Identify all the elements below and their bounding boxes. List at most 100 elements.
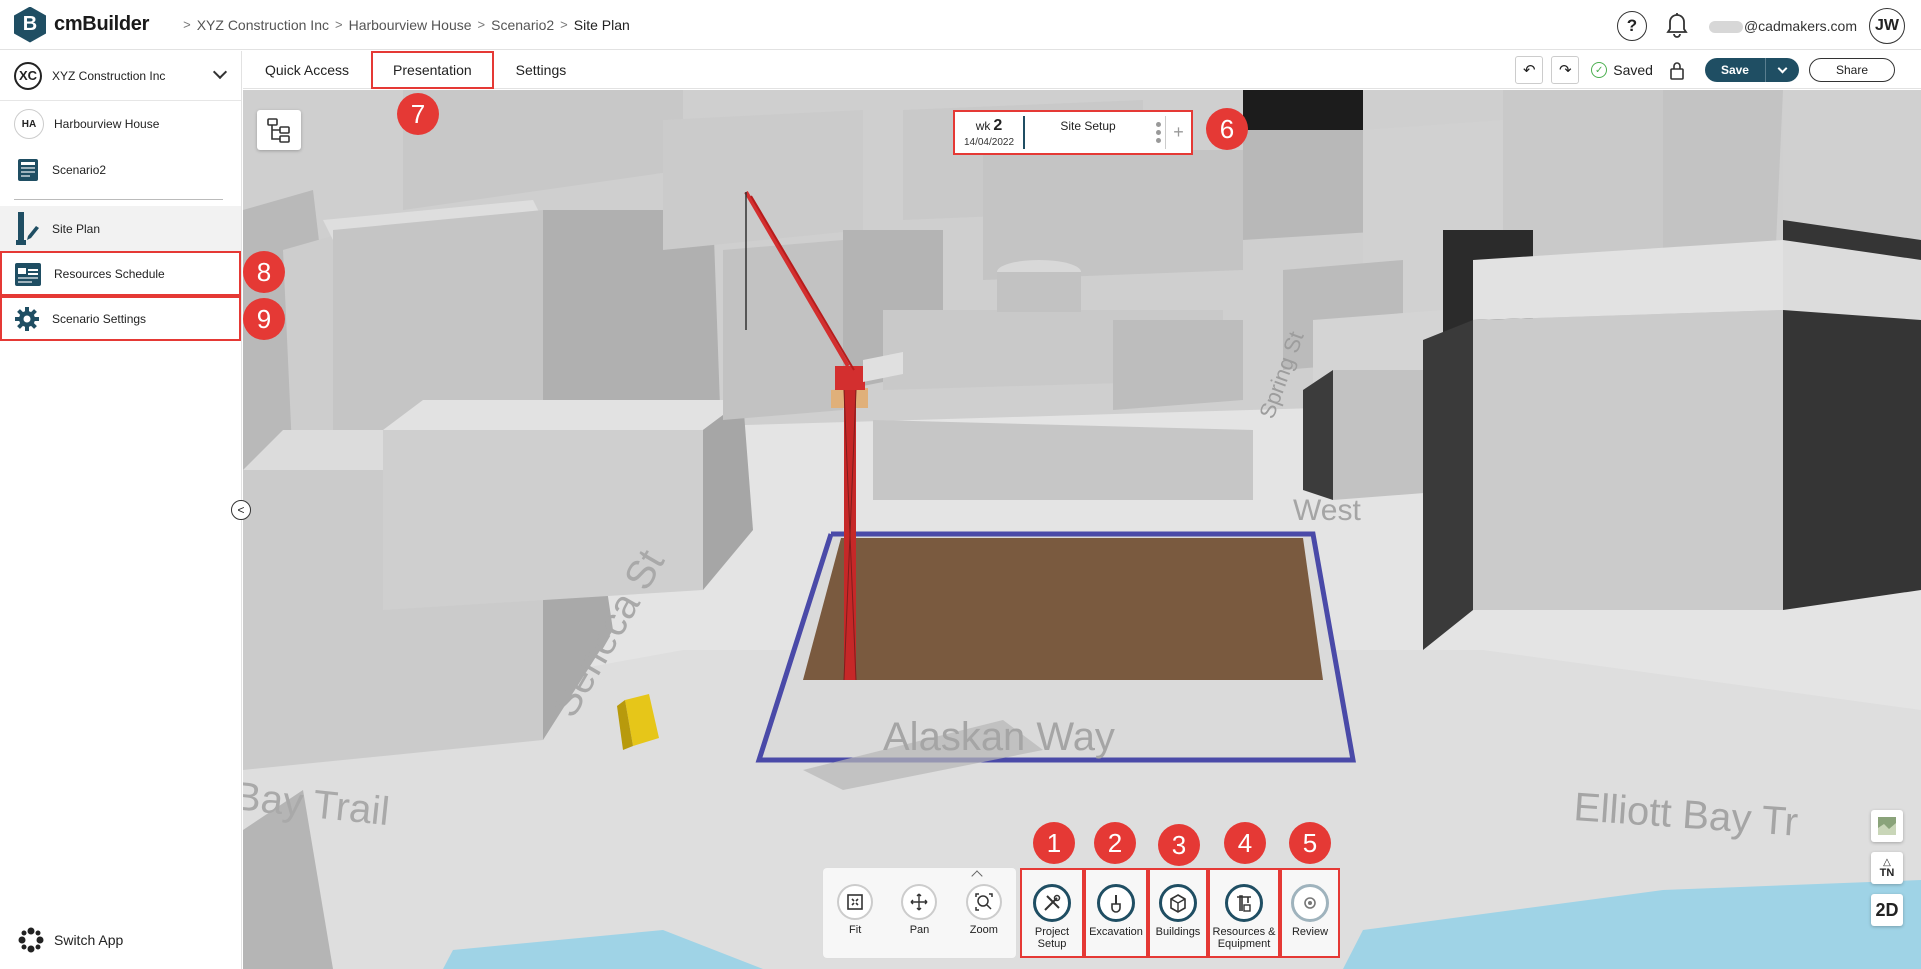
scene-tree-button[interactable] [257, 110, 301, 150]
breadcrumb-scenario[interactable]: Scenario2 [491, 17, 554, 33]
annotation-6: 6 [1206, 108, 1248, 150]
project-item[interactable]: HA Harbourview House [0, 101, 241, 147]
annotation-4: 4 [1224, 822, 1266, 864]
tab-presentation[interactable]: Presentation [371, 50, 494, 89]
step-label: Review [1291, 926, 1329, 938]
map-label-west: West [1293, 494, 1361, 527]
sidebar-item-site-plan[interactable]: Site Plan [0, 206, 241, 251]
breadcrumb-org[interactable]: XYZ Construction Inc [197, 17, 329, 33]
week-number: 2 [993, 117, 1003, 134]
check-icon: ✓ [1591, 62, 1608, 78]
step-review[interactable]: Review [1280, 868, 1340, 958]
zoom-icon [965, 884, 1002, 920]
add-phase-button[interactable]: + [1165, 116, 1191, 149]
sidebar-divider [14, 199, 223, 200]
view-mode-toggle[interactable]: 2D [1871, 894, 1903, 926]
chevron-down-icon[interactable] [212, 64, 228, 80]
save-dropdown-button[interactable] [1764, 58, 1799, 82]
phase-name[interactable]: Site Setup [1025, 112, 1151, 133]
switch-app-button[interactable]: Switch App [18, 927, 123, 953]
city-scene: Seneca St Alaskan Way Elliott Bay Tr Bay… [243, 90, 1921, 969]
notification-bell-icon[interactable] [1663, 11, 1691, 41]
project-name: Harbourview House [54, 117, 160, 131]
step-label: Excavation [1089, 926, 1143, 938]
step-label: Project Setup [1034, 926, 1070, 951]
more-options-icon[interactable] [1151, 121, 1165, 145]
lock-icon[interactable] [1667, 58, 1687, 82]
annotation-1: 1 [1033, 822, 1075, 864]
chevron-right-icon: > [183, 17, 191, 32]
annotation-8: 8 [243, 251, 285, 293]
step-label: Buildings [1155, 926, 1201, 938]
scenario-icon [14, 156, 42, 184]
project-avatar: HA [14, 109, 44, 139]
share-button[interactable]: Share [1808, 58, 1895, 82]
switch-app-label: Switch App [54, 932, 124, 948]
north-label: TN [1879, 866, 1895, 879]
step-buildings[interactable]: Buildings [1148, 868, 1208, 958]
chevron-right-icon: > [334, 17, 343, 32]
breadcrumb-project[interactable]: Harbourview House [349, 17, 472, 33]
scenario-item[interactable]: Scenario2 [0, 147, 241, 193]
chevron-left-icon: < [237, 503, 245, 517]
redo-button[interactable]: ↷ [1551, 56, 1580, 84]
week-indicator[interactable]: wk 2 14/04/2022 [955, 116, 1025, 149]
workflow-steps: Project Setup Excavation Buildings Resou… [1020, 868, 1340, 958]
tools-icon [1033, 884, 1071, 922]
user-avatar[interactable]: JW [1869, 8, 1905, 44]
step-excavation[interactable]: Excavation [1084, 868, 1148, 958]
basemap-button[interactable] [1871, 810, 1903, 842]
zoom-button[interactable]: Zoom [956, 884, 1012, 936]
chevron-up-icon[interactable] [971, 870, 983, 882]
pan-button[interactable]: Pan [891, 884, 947, 936]
3d-viewport[interactable]: Seneca St Alaskan Way Elliott Bay Tr Bay… [243, 90, 1921, 969]
app-logo[interactable]: B cmBuilder [14, 6, 150, 43]
logo-icon: B [14, 6, 46, 43]
collapse-sidebar-button[interactable]: < [231, 500, 251, 520]
tab-settings[interactable]: Settings [494, 51, 589, 89]
shovel-icon [1097, 884, 1135, 922]
save-button[interactable]: Save [1705, 58, 1765, 82]
tab-quick-access[interactable]: Quick Access [243, 51, 371, 89]
org-name: XYZ Construction Inc [52, 68, 166, 83]
step-project-setup[interactable]: Project Setup [1020, 868, 1084, 958]
pan-label: Pan [909, 924, 930, 936]
fit-label: Fit [849, 924, 862, 936]
undo-button[interactable]: ↶ [1515, 56, 1544, 84]
annotation-9: 9 [243, 298, 285, 340]
annotation-7: 7 [397, 93, 439, 135]
schedule-icon [15, 262, 41, 286]
org-avatar: XC [14, 61, 42, 90]
chevron-right-icon: > [560, 17, 568, 32]
chevron-right-icon: > [477, 17, 486, 32]
app-name: cmBuilder [54, 13, 150, 35]
building-icon [1159, 884, 1197, 922]
map-controls: △ TN 2D [1871, 810, 1903, 936]
hierarchy-icon [267, 118, 290, 143]
save-status: ✓ Saved [1591, 62, 1653, 78]
site-plan-icon [16, 211, 39, 245]
step-resources-equipment[interactable]: Resources & Equipment [1208, 868, 1280, 958]
sidebar-item-scenario-settings[interactable]: Scenario Settings [0, 296, 241, 341]
toolbar: Quick Access Presentation Settings ↶ ↷ ✓… [243, 50, 1921, 89]
pan-icon [901, 884, 938, 920]
sidebar-item-label: Resources Schedule [54, 266, 165, 281]
true-north-button[interactable]: △ TN [1871, 852, 1903, 884]
breadcrumb-current: Site Plan [573, 16, 630, 33]
sidebar-item-label: Site Plan [52, 221, 101, 236]
crane-icon [1225, 884, 1263, 922]
user-email: @cadmakers.com [1708, 18, 1857, 34]
timeline-phase-card[interactable]: wk 2 14/04/2022 Site Setup + [953, 110, 1193, 155]
scenario-name: Scenario2 [52, 163, 107, 177]
top-bar: B cmBuilder > XYZ Construction Inc > Har… [0, 0, 1921, 50]
org-selector[interactable]: XC XYZ Construction Inc [0, 51, 241, 101]
sidebar-item-resources-schedule[interactable]: Resources Schedule [0, 251, 241, 296]
view-tools-panel: Fit Pan Zoom [823, 868, 1016, 958]
apps-icon [18, 927, 44, 953]
step-label: Resources & Equipment [1212, 926, 1276, 951]
north-arrow-icon: △ [1883, 856, 1891, 868]
redo-icon: ↷ [1558, 62, 1572, 79]
help-button[interactable]: ? [1616, 11, 1647, 41]
annotation-2: 2 [1094, 822, 1136, 864]
fit-button[interactable]: Fit [827, 884, 883, 936]
